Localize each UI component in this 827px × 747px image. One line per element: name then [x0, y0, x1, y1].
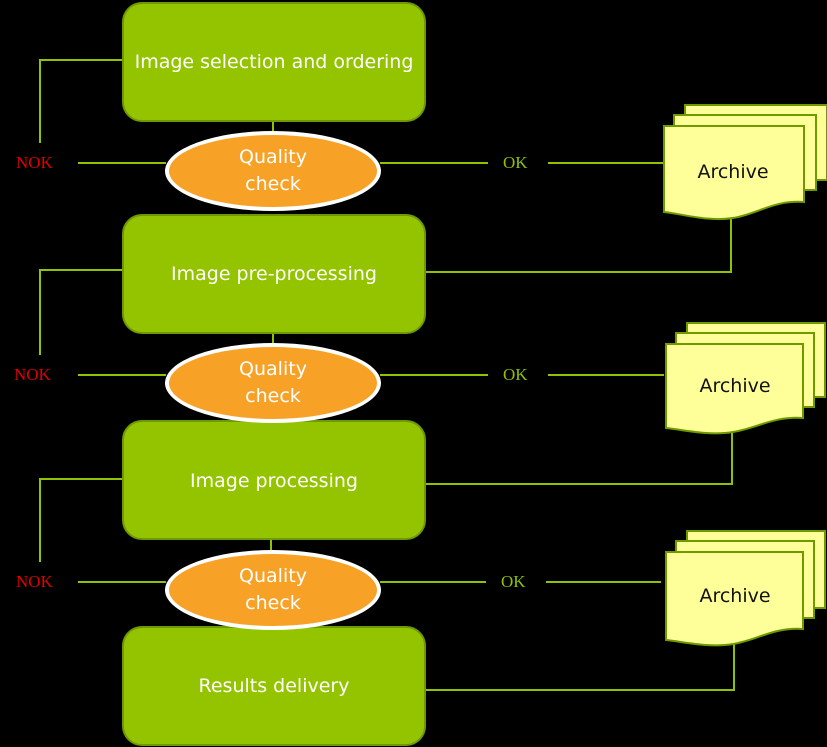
step-label: Results delivery [198, 674, 350, 697]
archive-2: Archive [665, 322, 827, 442]
nok-label-3: NOK [16, 572, 53, 591]
check-label: Quality check [239, 358, 307, 407]
archive-label: Archive [699, 375, 771, 397]
step-image-preprocessing: Image pre-processing [122, 214, 426, 334]
quality-check-1: Quality check [165, 131, 381, 211]
step-image-selection: Image selection and ordering [122, 2, 426, 122]
step-label: Image pre-processing [171, 262, 377, 285]
step-results-delivery: Results delivery [122, 626, 426, 746]
step-label: Image processing [190, 470, 358, 492]
check-label: Quality check [239, 565, 307, 614]
ok-label-2: OK [503, 365, 528, 384]
step-image-processing: Image processing [122, 420, 426, 540]
archive-3: Archive [665, 530, 827, 650]
check-label: Quality check [239, 146, 307, 195]
quality-check-3: Quality check [165, 550, 381, 630]
ok-label-3: OK [501, 572, 526, 591]
archive-label: Archive [697, 161, 769, 183]
nok-label-2: NOK [14, 365, 51, 384]
quality-check-2: Quality check [165, 343, 381, 423]
archive-label: Archive [699, 585, 771, 607]
nok-label-1: NOK [16, 153, 53, 172]
ok-label-1: OK [503, 153, 528, 172]
archive-1: Archive [663, 104, 827, 224]
step-label: Image selection and ordering [134, 50, 414, 73]
